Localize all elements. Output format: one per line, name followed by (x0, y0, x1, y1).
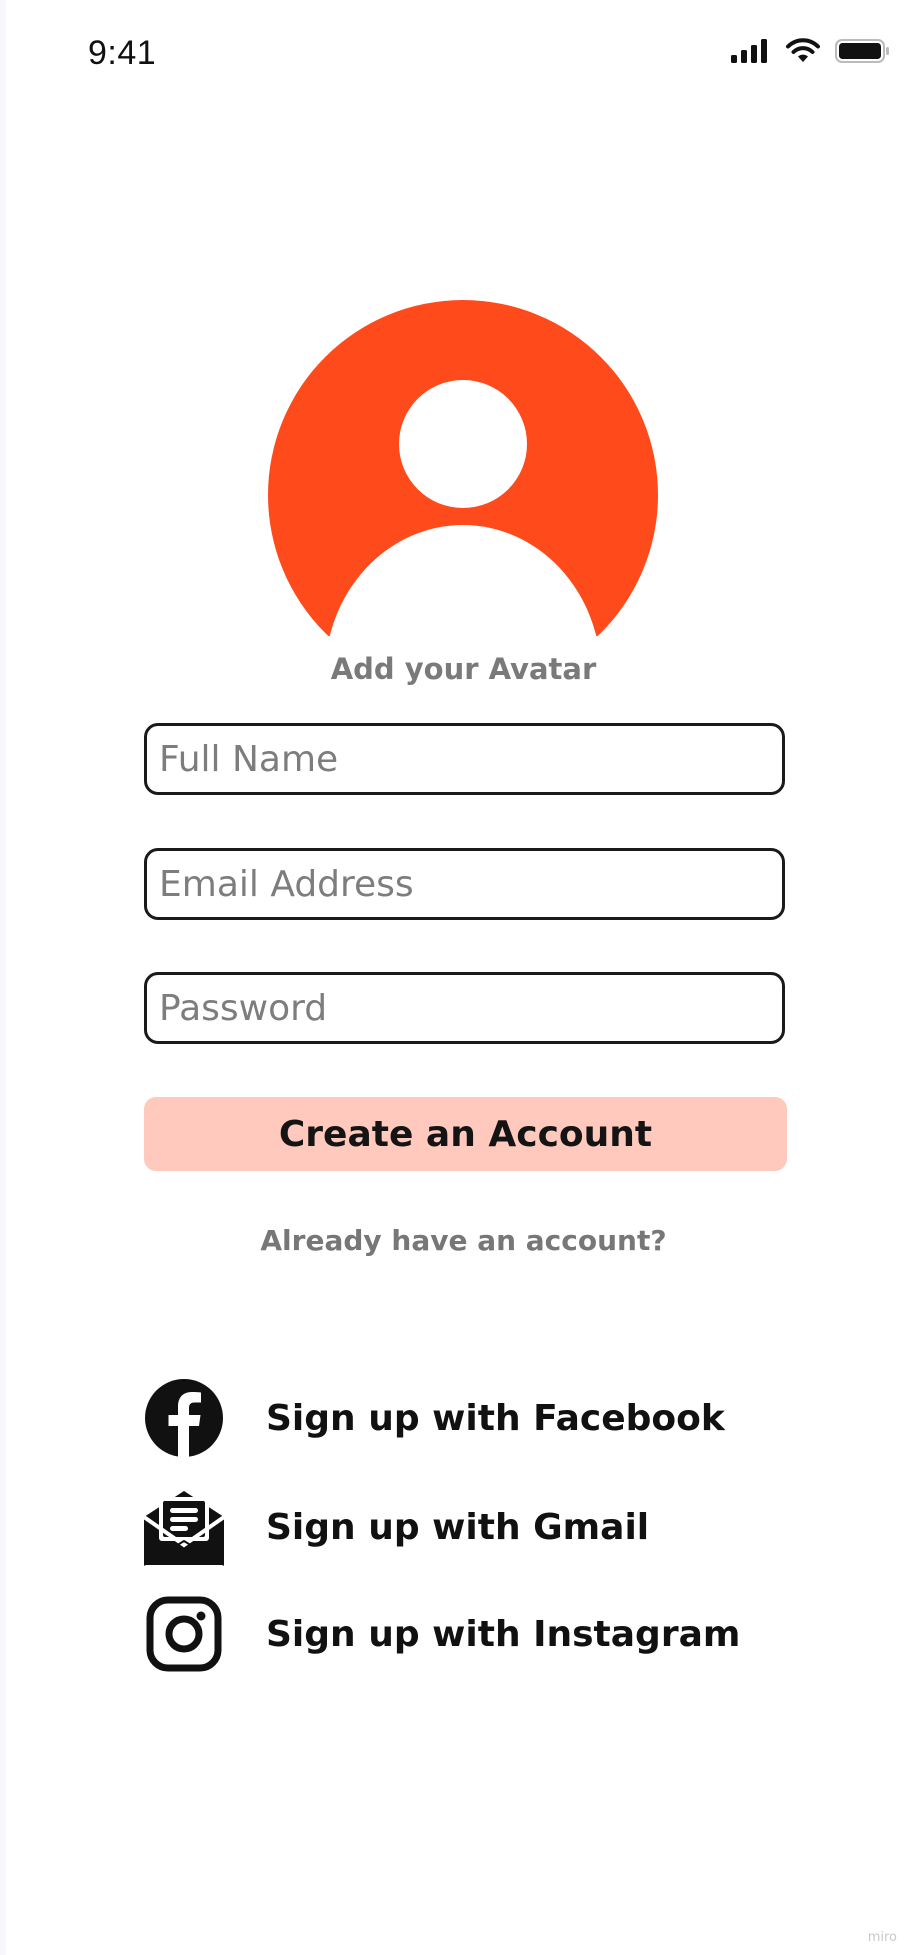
gmail-icon (144, 1487, 224, 1567)
status-icons (731, 38, 891, 64)
signup-instagram-label: Sign up with Instagram (266, 1613, 741, 1655)
avatar-upload-button[interactable] (268, 300, 658, 638)
signup-gmail-button[interactable]: Sign up with Gmail (144, 1487, 649, 1567)
create-account-button[interactable]: Create an Account (144, 1097, 787, 1171)
already-have-account-link[interactable]: Already have an account? (6, 1224, 915, 1257)
signup-gmail-label: Sign up with Gmail (266, 1506, 650, 1548)
miro-watermark: miro (867, 1930, 897, 1945)
add-avatar-label[interactable]: Add your Avatar (6, 652, 915, 686)
signup-screen: 9:41 Add your Avatar Full Name Email Add… (6, 0, 915, 1955)
signup-instagram-button[interactable]: Sign up with Instagram (144, 1594, 740, 1674)
wifi-icon (785, 38, 821, 64)
person-avatar-icon (268, 300, 658, 638)
instagram-icon (144, 1594, 224, 1674)
signup-facebook-button[interactable]: Sign up with Facebook (144, 1378, 725, 1458)
email-input[interactable] (144, 848, 785, 920)
signal-icon (731, 39, 771, 63)
password-input[interactable] (144, 972, 785, 1044)
facebook-icon (144, 1378, 224, 1458)
full-name-input[interactable] (144, 723, 785, 795)
battery-icon (835, 38, 891, 64)
status-time: 9:41 (88, 34, 157, 72)
signup-facebook-label: Sign up with Facebook (266, 1397, 725, 1439)
